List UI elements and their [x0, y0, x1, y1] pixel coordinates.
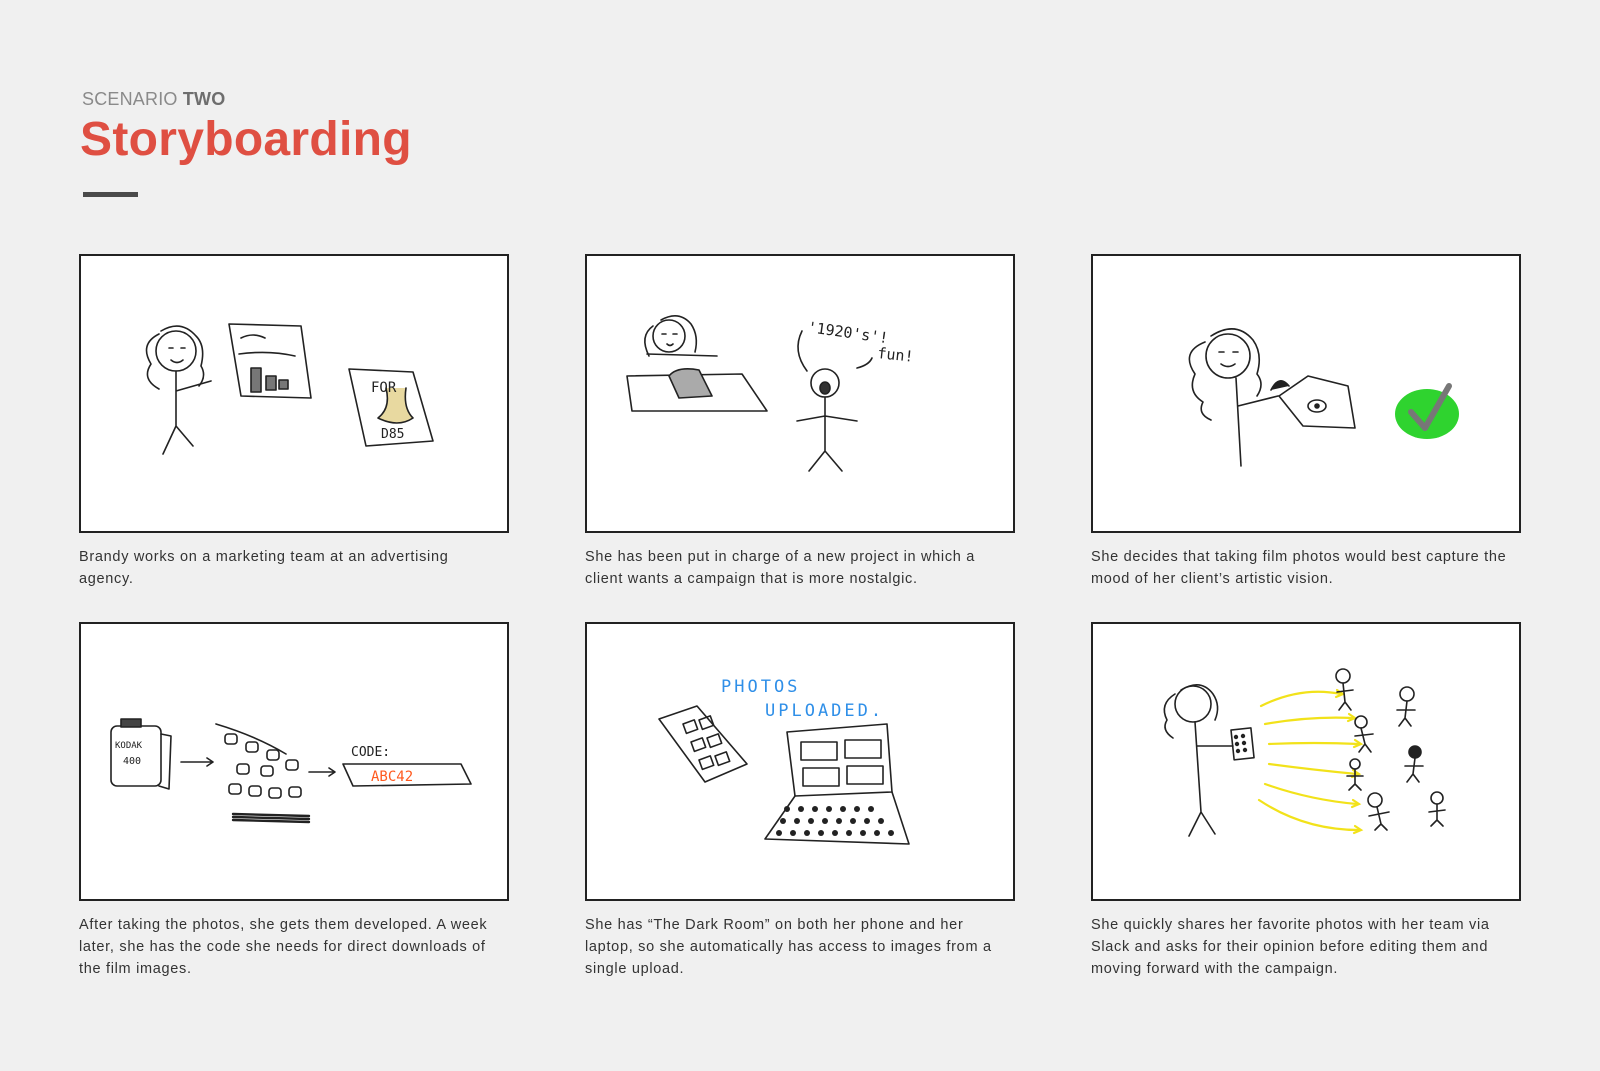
eyebrow: SCENARIO TWO — [82, 89, 225, 110]
sketch-client-request: '1920's'! fun! — [626, 315, 915, 472]
sketch-frame-1: FOR D85 — [79, 254, 509, 533]
panel-caption-2: She has been put in charge of a new proj… — [585, 549, 976, 587]
sketch-film-camera-decision — [1188, 328, 1459, 467]
storyboard-panel-3: She decides that taking film photos woul… — [1091, 254, 1521, 590]
sketch-label-400: 400 — [123, 756, 141, 767]
sketch-label-kodak: KODAK — [115, 741, 143, 751]
sketch-brandy-at-work: FOR D85 — [145, 323, 434, 455]
sketch-frame-6 — [1091, 622, 1521, 901]
sketch-photos-uploaded: PHOTOS UPLOADED. — [658, 677, 910, 845]
eyebrow-light: SCENARIO — [82, 89, 178, 109]
sketch-sharing-with-team — [1163, 668, 1446, 837]
eyebrow-bold: TWO — [182, 89, 226, 109]
sketch-frame-4: KODAK 400 CODE: ABC42 — [79, 622, 509, 901]
sketch-quote-fun: fun! — [877, 344, 915, 366]
storyboard-panel-5: PHOTOS UPLOADED. She has “The Dark Room”… — [585, 622, 1015, 980]
sketch-film-developing: KODAK 400 CODE: ABC42 — [110, 718, 472, 824]
sketch-label-photos: PHOTOS — [721, 677, 800, 697]
storyboard-panel-6: She quickly shares her favorite photos w… — [1091, 622, 1521, 980]
sketch-label-d85: D85 — [381, 427, 404, 442]
title-rule — [83, 192, 138, 197]
sketch-quote-1920s: '1920's'! — [806, 318, 889, 347]
page-title: Storyboarding — [80, 113, 412, 166]
sketch-frame-2: '1920's'! fun! — [585, 254, 1015, 533]
panel-caption-1: Brandy works on a marketing team at an a… — [79, 549, 449, 587]
sketch-frame-3 — [1091, 254, 1521, 533]
storyboard-panel-1: FOR D85 Brandy works on a marketing team… — [79, 254, 509, 590]
sketch-label-uploaded: UPLOADED. — [765, 701, 884, 721]
sketch-label-code: CODE: — [351, 745, 390, 760]
sketch-frame-5: PHOTOS UPLOADED. — [585, 622, 1015, 901]
storyboard-panel-4: KODAK 400 CODE: ABC42 After taking the p… — [79, 622, 509, 980]
sketch-label-code-value: ABC42 — [371, 769, 413, 785]
panel-caption-5: She has “The Dark Room” on both her phon… — [585, 917, 992, 977]
sketch-label-for: FOR — [371, 380, 397, 396]
panel-caption-6: She quickly shares her favorite photos w… — [1091, 917, 1490, 977]
panel-caption-4: After taking the photos, she gets them d… — [79, 917, 488, 977]
storyboard-panel-2: '1920's'! fun! She has been put in charg… — [585, 254, 1015, 590]
panel-caption-3: She decides that taking film photos woul… — [1091, 549, 1507, 587]
